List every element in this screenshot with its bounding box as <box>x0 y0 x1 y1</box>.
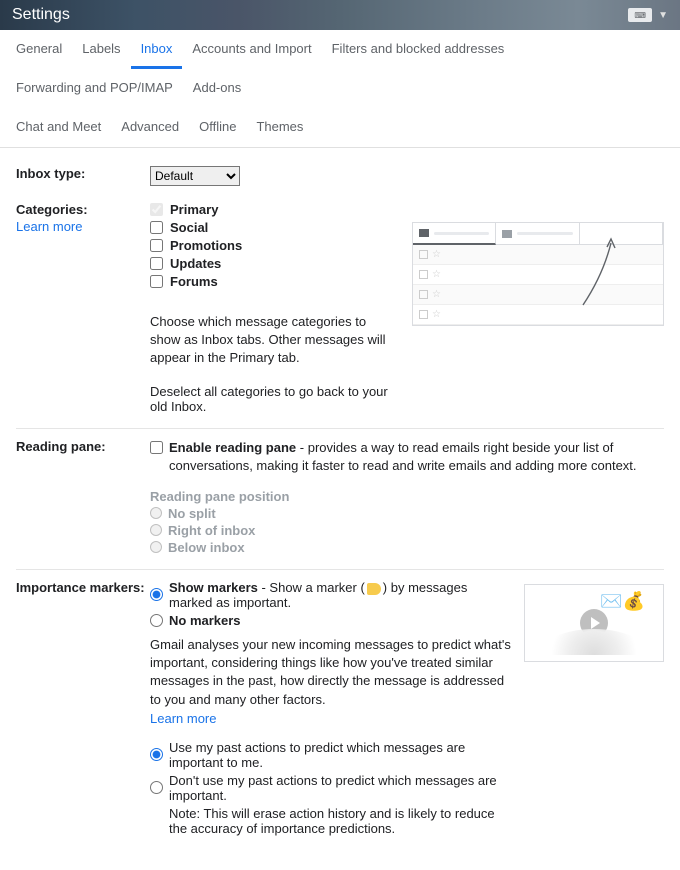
category-promotions: Promotions <box>150 238 396 253</box>
section-importance-markers: Importance markers: Show markers - Show … <box>16 570 664 850</box>
categories-help-text-1: Choose which message categories to show … <box>150 313 396 368</box>
category-promotions-checkbox[interactable] <box>150 239 163 252</box>
app-header: Settings ⌨ ▼ <box>0 0 680 30</box>
use-past-actions-radio[interactable] <box>150 748 163 761</box>
category-primary: Primary <box>150 202 396 217</box>
settings-tabs: General Labels Inbox Accounts and Import… <box>0 30 680 148</box>
reading-pane-position-title: Reading pane position <box>150 489 664 504</box>
categories-label: Categories: <box>16 202 88 217</box>
reading-pane-pos-no-split: No split <box>150 506 664 521</box>
use-past-actions-text: Use my past actions to predict which mes… <box>169 740 514 770</box>
enable-reading-pane-text: Enable reading pane - provides a way to … <box>169 439 664 475</box>
categories-preview-image: ☆ ☆ ☆ ☆ <box>412 222 664 326</box>
reading-pane-pos-right: Right of inbox <box>150 523 664 538</box>
category-social-checkbox[interactable] <box>150 221 163 234</box>
category-primary-checkbox <box>150 203 163 216</box>
category-social: Social <box>150 220 396 235</box>
inbox-type-select[interactable]: Default <box>150 166 240 186</box>
category-primary-label: Primary <box>170 202 218 217</box>
enable-reading-pane-checkbox[interactable] <box>150 441 163 454</box>
importance-description: Gmail analyses your new incoming message… <box>150 636 514 709</box>
tab-forwarding[interactable]: Forwarding and POP/IMAP <box>6 69 183 108</box>
show-markers-radio[interactable] <box>150 588 163 601</box>
reading-pane-pos-below: Below inbox <box>150 540 664 555</box>
tab-addons[interactable]: Add-ons <box>183 69 251 108</box>
input-tools-icon[interactable]: ⌨ <box>628 8 652 22</box>
importance-video-thumbnail[interactable]: ✉️💰 <box>524 584 664 662</box>
tab-advanced[interactable]: Advanced <box>111 108 189 147</box>
category-updates-label[interactable]: Updates <box>170 256 221 271</box>
section-categories: Categories: Learn more Primary Social <box>16 192 664 429</box>
dont-use-past-actions-radio[interactable] <box>150 781 163 794</box>
tab-filters[interactable]: Filters and blocked addresses <box>322 30 515 69</box>
page-title: Settings <box>12 6 70 24</box>
categories-learn-more-link[interactable]: Learn more <box>16 219 82 234</box>
tab-offline[interactable]: Offline <box>189 108 246 147</box>
category-updates: Updates <box>150 256 396 271</box>
chevron-down-icon[interactable]: ▼ <box>658 10 668 21</box>
no-markers-text: No markers <box>169 613 241 628</box>
importance-learn-more-link[interactable]: Learn more <box>150 711 216 726</box>
inbox-type-label: Inbox type: <box>16 166 85 181</box>
category-forums-checkbox[interactable] <box>150 275 163 288</box>
importance-note: Note: This will erase action history and… <box>150 806 514 836</box>
importance-marker-icon <box>367 583 381 595</box>
tab-accounts[interactable]: Accounts and Import <box>182 30 321 69</box>
section-inbox-type: Inbox type: Default <box>16 156 664 192</box>
reading-pane-label: Reading pane: <box>16 439 106 454</box>
importance-label: Importance markers: <box>16 580 145 595</box>
tab-general[interactable]: General <box>6 30 72 69</box>
category-updates-checkbox[interactable] <box>150 257 163 270</box>
dont-use-past-actions-text: Don't use my past actions to predict whi… <box>169 773 514 803</box>
no-markers-radio[interactable] <box>150 614 163 627</box>
category-social-label[interactable]: Social <box>170 220 208 235</box>
tab-inbox[interactable]: Inbox <box>131 30 183 69</box>
tab-chat[interactable]: Chat and Meet <box>6 108 111 147</box>
tab-themes[interactable]: Themes <box>246 108 313 147</box>
section-reading-pane: Reading pane: Enable reading pane - prov… <box>16 429 664 570</box>
radio-disabled-icon <box>150 507 162 519</box>
category-forums-label[interactable]: Forums <box>170 274 218 289</box>
categories-help-text-2: Deselect all categories to go back to yo… <box>150 384 396 414</box>
tab-labels[interactable]: Labels <box>72 30 130 69</box>
radio-disabled-icon <box>150 524 162 536</box>
radio-disabled-icon <box>150 541 162 553</box>
header-controls: ⌨ ▼ <box>628 8 668 22</box>
show-markers-text: Show markers - Show a marker () by messa… <box>169 580 514 610</box>
category-promotions-label[interactable]: Promotions <box>170 238 242 253</box>
category-forums: Forums <box>150 274 396 289</box>
